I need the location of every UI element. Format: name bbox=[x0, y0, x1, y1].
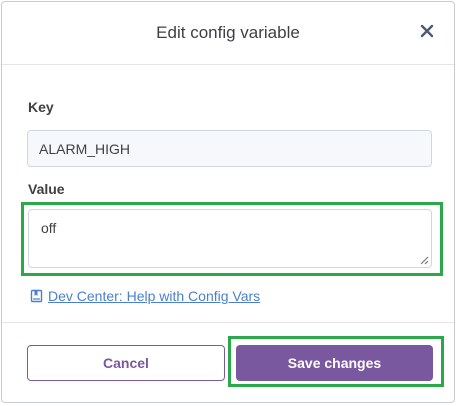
close-button[interactable] bbox=[418, 22, 436, 40]
help-config-vars-link[interactable]: Dev Center: Help with Config Vars bbox=[30, 288, 260, 304]
save-changes-button[interactable]: Save changes bbox=[236, 345, 433, 381]
close-icon bbox=[420, 24, 434, 38]
bookmark-icon bbox=[30, 289, 43, 303]
edit-config-dialog: Edit config variable Key Value off Dev C… bbox=[1, 1, 455, 403]
key-input[interactable] bbox=[27, 130, 432, 167]
dialog-header: Edit config variable bbox=[2, 2, 454, 65]
value-label: Value bbox=[28, 181, 65, 197]
help-link-text: Dev Center: Help with Config Vars bbox=[48, 288, 261, 304]
cancel-button[interactable]: Cancel bbox=[27, 345, 225, 381]
value-textarea[interactable]: off bbox=[28, 209, 432, 268]
key-label: Key bbox=[28, 99, 54, 115]
resize-handle-icon[interactable] bbox=[419, 255, 429, 265]
footer-divider bbox=[2, 322, 454, 323]
dialog-title: Edit config variable bbox=[156, 23, 300, 42]
